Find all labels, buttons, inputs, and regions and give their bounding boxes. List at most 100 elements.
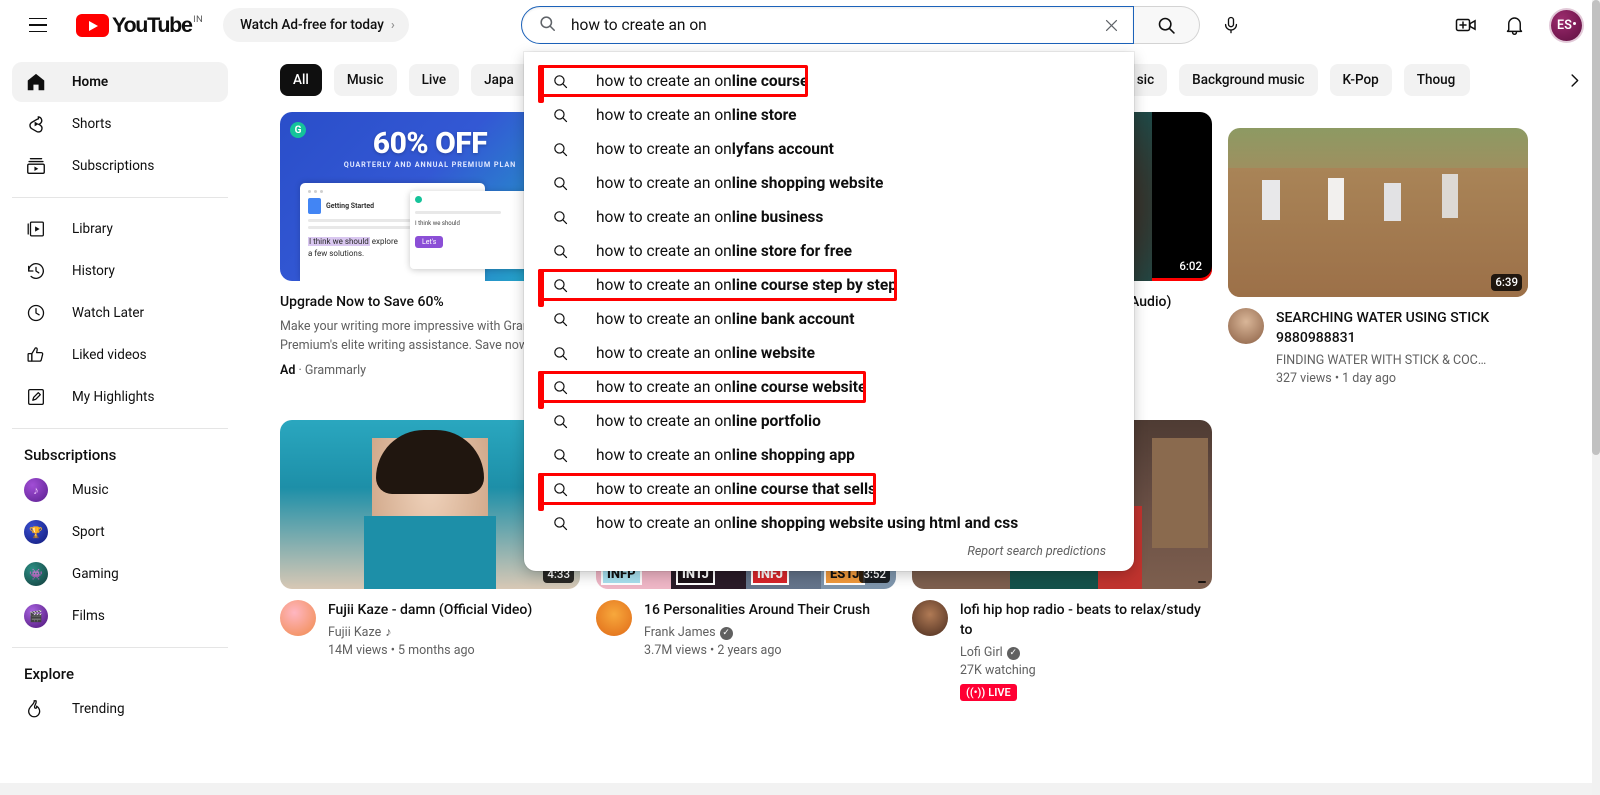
home-icon <box>24 70 48 94</box>
ad-tag: Ad <box>280 363 296 378</box>
search-suggestions-list: how to create an online course how to cre… <box>524 64 1134 540</box>
search-suggestion-item[interactable]: how to create an online course website <box>524 370 1134 409</box>
search-suggestion-completion: line store <box>731 106 797 124</box>
search-suggestion-item[interactable]: how to create an online shopping app <box>524 438 1134 472</box>
sidebar-item-home[interactable]: Home <box>12 62 228 102</box>
search-suggestion-text: how to create an online bank account <box>596 308 854 330</box>
ad-popup-button[interactable]: Let's <box>415 236 444 248</box>
video-channel[interactable]: Fujii Kaze ♪ <box>328 624 532 642</box>
video-channel[interactable]: Frank James ✓ <box>644 624 870 642</box>
chip-k-pop[interactable]: K-Pop <box>1329 64 1392 96</box>
search-suggestion-item[interactable]: how to create an online shopping website <box>524 166 1134 200</box>
report-search-predictions-link[interactable]: Report search predictions <box>524 540 1134 567</box>
sidebar-item-gaming[interactable]: 👾 Gaming <box>12 554 228 594</box>
sidebar-item-my-highlights[interactable]: My Highlights <box>12 377 228 417</box>
search-suggestion-completion: line business <box>731 208 824 226</box>
search-suggestion-prefix: how to create an on <box>596 106 732 124</box>
create-video-icon[interactable] <box>1447 6 1485 44</box>
search-suggestion-text: how to create an online shopping website… <box>596 512 1018 534</box>
chip-thoughts[interactable]: Thoug <box>1403 64 1470 96</box>
chip-background-music[interactable]: Background music <box>1179 64 1318 96</box>
sidebar-item-history[interactable]: History <box>12 251 228 291</box>
microphone-icon[interactable] <box>1212 6 1250 44</box>
search-icon <box>550 411 570 431</box>
search-suggestion-completion: line shopping app <box>731 446 855 464</box>
avatar[interactable] <box>280 600 316 636</box>
sidebar-item-films[interactable]: 🎬 Films <box>12 596 228 636</box>
close-icon[interactable] <box>1097 11 1125 39</box>
search-suggestion-item[interactable]: how to create an onlyfans account <box>524 132 1134 166</box>
search-suggestion-text: how to create an online portfolio <box>596 410 821 432</box>
ad-brand: Grammarly <box>304 363 367 378</box>
search-suggestion-item[interactable]: how to create an online course step by s… <box>524 268 1134 307</box>
search-suggestion-text: how to create an onlyfans account <box>596 138 834 160</box>
scrollbar-thumb[interactable] <box>1592 0 1600 455</box>
search-suggestion-item[interactable]: how to create an online course that sell… <box>524 472 1134 511</box>
avatar[interactable]: ES <box>1551 9 1582 41</box>
video-channel[interactable]: FINDING WATER WITH STICK & COC… <box>1276 352 1528 370</box>
bell-icon[interactable] <box>1495 6 1533 44</box>
search-icon <box>550 479 570 499</box>
hamburger-icon[interactable] <box>18 5 58 45</box>
search-suggestion-item[interactable]: how to create an online store <box>524 98 1134 132</box>
search-suggestion-prefix: how to create an on <box>596 514 732 532</box>
avatar[interactable] <box>1228 308 1264 344</box>
video-card-searching-water[interactable]: 6:39 SEARCHING WATER USING STICK 9880988… <box>1228 128 1528 388</box>
sidebar-item-music[interactable]: ♪ Music <box>12 470 228 510</box>
chip-music[interactable]: Music <box>333 64 397 96</box>
search-input-value: how to create an on <box>571 16 707 34</box>
search-icon <box>550 173 570 193</box>
chip-all[interactable]: All <box>280 64 322 96</box>
sidebar-item-shorts[interactable]: Shorts <box>12 104 228 144</box>
avatar: 🎬 <box>24 604 48 628</box>
page-scrollbar[interactable] <box>1592 0 1600 795</box>
video-channel[interactable]: Lofi Girl ✓ <box>960 644 1212 662</box>
sidebar-item-liked-videos[interactable]: Liked videos <box>12 335 228 375</box>
sidebar-item-subscriptions[interactable]: Subscriptions <box>12 146 228 186</box>
watch-ad-free-button[interactable]: Watch Ad-free for today › <box>223 8 409 42</box>
live-label: LIVE <box>988 686 1011 699</box>
search-suggestion-completion: line course that sells <box>731 480 877 498</box>
search-suggestion-prefix: how to create an on <box>596 378 732 396</box>
search-suggestion-text: how to create an online store for free <box>596 240 852 262</box>
search-suggestion-item[interactable]: how to create an online store for free <box>524 234 1134 268</box>
ad-doc-title: Getting Started <box>326 202 375 210</box>
search-suggestion-item[interactable]: how to create an online website <box>524 336 1134 370</box>
search-suggestion-prefix: how to create an on <box>596 446 732 464</box>
sidebar-item-watch-later[interactable]: Watch Later <box>12 293 228 333</box>
youtube-logo[interactable]: YouTube IN <box>76 13 203 37</box>
google-docs-icon <box>308 198 321 214</box>
sidebar-item-trending[interactable]: Trending <box>12 689 228 729</box>
search-suggestion-completion: line course step by step <box>731 276 897 294</box>
chevron-right-icon[interactable] <box>1558 64 1590 96</box>
avatar[interactable] <box>912 600 948 636</box>
search-suggestion-item[interactable]: how to create an online shopping website… <box>524 506 1134 540</box>
chip-live[interactable]: Live <box>408 64 460 96</box>
search-submit-button[interactable] <box>1134 6 1200 44</box>
search-suggestion-completion: line course website <box>731 378 867 396</box>
search-suggestion-prefix: how to create an on <box>596 174 732 192</box>
video-thumbnail[interactable]: 6:39 <box>1228 128 1528 297</box>
subscriptions-icon <box>24 154 48 178</box>
sidebar-item-label: Sport <box>72 524 105 540</box>
avatar-initials: ES <box>1556 17 1573 33</box>
search-suggestion-item[interactable]: how to create an online business <box>524 200 1134 234</box>
search-input[interactable]: how to create an on <box>521 6 1134 44</box>
search-suggestion-completion: line course <box>731 72 809 90</box>
search-suggestion-item[interactable]: how to create an online portfolio <box>524 404 1134 438</box>
avatar[interactable] <box>596 600 632 636</box>
search-icon <box>550 139 570 159</box>
header-actions: ES <box>1447 0 1582 50</box>
video-duration: 6:39 <box>1491 274 1522 291</box>
search-suggestion-item[interactable]: how to create an online course <box>524 64 1134 103</box>
sidebar-item-sport[interactable]: 🏆 Sport <box>12 512 228 552</box>
sidebar-divider <box>12 647 228 648</box>
search-suggestion-item[interactable]: how to create an online bank account <box>524 302 1134 336</box>
search-suggestion-prefix: how to create an on <box>596 276 732 294</box>
video-channel-name: Lofi Girl <box>960 645 1003 660</box>
ad-popup-text: I think we should <box>415 220 460 227</box>
sidebar-item-label: Music <box>72 482 109 498</box>
youtube-play-icon <box>76 14 109 37</box>
avatar-status-dot <box>1573 21 1577 25</box>
sidebar-item-library[interactable]: Library <box>12 209 228 249</box>
